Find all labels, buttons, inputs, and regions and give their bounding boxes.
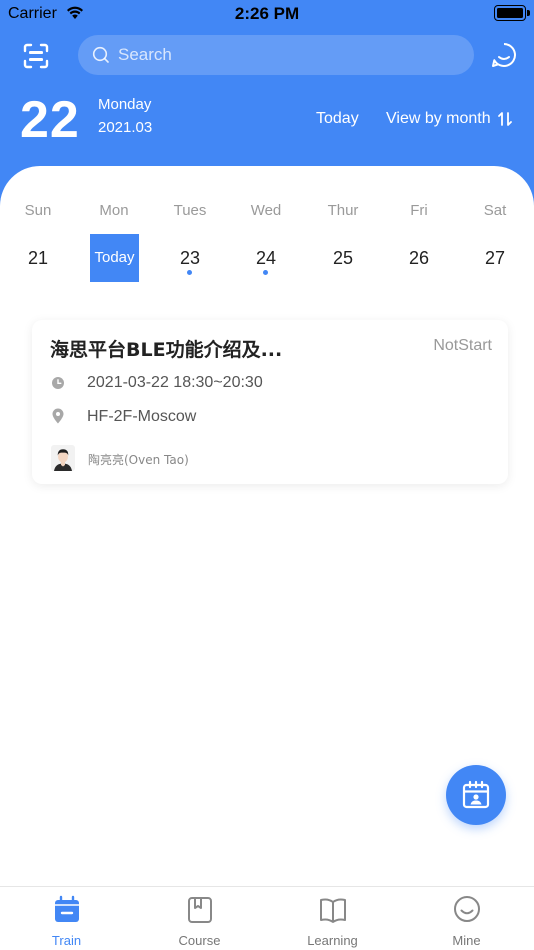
weekday-label: Mon	[99, 202, 129, 219]
date-cell[interactable]: 25	[305, 234, 381, 282]
current-weekday: Monday	[98, 96, 152, 113]
message-icon	[492, 43, 516, 67]
lecturer-name: 陶亮亮(Oven Tao)	[88, 453, 189, 467]
date-number: 24	[255, 248, 277, 268]
tab-course[interactable]: Course	[133, 887, 266, 950]
date-number: 26	[408, 248, 430, 268]
training-event-card[interactable]: 海思平台BLE功能介绍及... NotStart 2021-03-22 18:3…	[32, 320, 508, 484]
lecturer-avatar	[51, 445, 75, 471]
weekday-label: Fri	[410, 202, 428, 219]
view-by-month-button[interactable]: View by month	[386, 110, 491, 128]
tab-label: Mine	[452, 933, 481, 948]
date-cell[interactable]: 24	[228, 234, 304, 282]
smiley-icon	[454, 896, 480, 922]
date-cell[interactable]: 27	[457, 234, 533, 282]
date-cell[interactable]: 26	[381, 234, 457, 282]
tab-label: Course	[178, 933, 221, 948]
search-icon	[92, 46, 109, 63]
person-avatar-icon	[51, 445, 75, 471]
event-dot-indicator	[187, 270, 192, 275]
weekday-label: Thur	[327, 202, 359, 219]
current-year-month: 2021.03	[98, 119, 153, 136]
open-book-icon	[320, 898, 346, 923]
calendar-icon	[55, 895, 79, 922]
scan-icon	[23, 43, 49, 69]
tab-train[interactable]: Train	[0, 887, 133, 950]
event-status-badge: NotStart	[433, 337, 492, 354]
tab-label: Train	[51, 933, 82, 948]
weekday-label: Tues	[173, 202, 207, 219]
status-bar: Carrier 2:26 PM	[0, 0, 534, 28]
date-cell-today-selected[interactable]: Today	[90, 234, 139, 282]
event-title: 海思平台BLE功能介绍及...	[50, 339, 283, 361]
clock-icon	[52, 377, 64, 389]
weekday-header-row: Sun Mon Tues Wed Thur Fri Sat	[0, 202, 534, 222]
clock-time: 2:26 PM	[234, 4, 300, 23]
date-cell[interactable]: 21	[0, 234, 76, 282]
location-pin-icon	[52, 408, 64, 424]
date-number: 23	[179, 248, 201, 268]
sign-in-fab-button[interactable]	[446, 765, 506, 825]
date-row: 21 23 24 25 26 27	[0, 234, 534, 282]
weekday-label: Sun	[24, 202, 52, 219]
search-input[interactable]	[118, 35, 458, 75]
message-button[interactable]	[489, 40, 519, 70]
switch-view-icon[interactable]	[497, 111, 513, 127]
tab-label: Learning	[307, 933, 358, 948]
tab-learning[interactable]: Learning	[266, 887, 399, 950]
today-button[interactable]: Today	[316, 110, 359, 128]
event-location: HF-2F-Moscow	[87, 408, 197, 425]
search-bar[interactable]	[78, 35, 474, 75]
calendar-user-icon	[462, 780, 490, 809]
date-number: 27	[484, 248, 506, 268]
weekday-label: Wed	[250, 202, 282, 219]
book-square-icon	[188, 897, 212, 923]
scan-button[interactable]	[18, 38, 54, 74]
event-dot-indicator	[263, 270, 268, 275]
battery-icon	[494, 5, 530, 21]
date-number: 21	[27, 248, 49, 268]
weekday-label: Sat	[483, 202, 507, 219]
tab-mine[interactable]: Mine	[400, 887, 533, 950]
date-number: 25	[332, 248, 354, 268]
current-day-number: 22	[20, 91, 80, 149]
date-cell[interactable]: 23	[152, 234, 228, 282]
calendar-panel	[0, 166, 534, 950]
bottom-tab-bar: Train Course Learning Mine	[0, 886, 534, 950]
event-time: 2021-03-22 18:30~20:30	[87, 374, 263, 391]
